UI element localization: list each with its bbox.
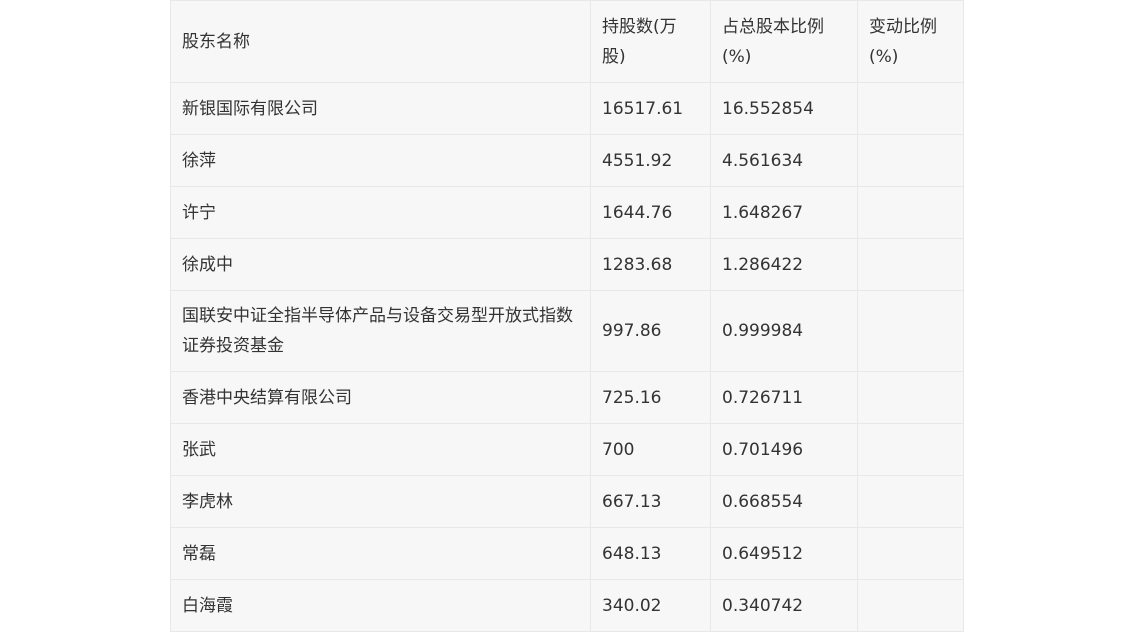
cell-change <box>857 371 964 424</box>
cell-shares: 648.13 <box>590 527 711 580</box>
table-header-row: 股东名称 持股数(万股) 占总股本比例(%) 变动比例(%) <box>170 0 964 83</box>
cell-ratio: 0.340742 <box>710 579 858 632</box>
cell-name: 许宁 <box>170 186 591 239</box>
cell-shares: 16517.61 <box>590 82 711 135</box>
cell-name: 国联安中证全指半导体产品与设备交易型开放式指数证券投资基金 <box>170 290 591 372</box>
cell-shares: 997.86 <box>590 290 711 372</box>
table-row: 李虎林 667.13 0.668554 <box>170 475 964 528</box>
table-row: 国联安中证全指半导体产品与设备交易型开放式指数证券投资基金 997.86 0.9… <box>170 290 964 372</box>
shareholder-table: 股东名称 持股数(万股) 占总股本比例(%) 变动比例(%) 新银国际有限公司 … <box>170 0 964 632</box>
table-row: 许宁 1644.76 1.648267 <box>170 186 964 239</box>
cell-ratio: 1.648267 <box>710 186 858 239</box>
cell-ratio: 0.726711 <box>710 371 858 424</box>
cell-shares: 667.13 <box>590 475 711 528</box>
cell-ratio: 1.286422 <box>710 238 858 291</box>
cell-shares: 340.02 <box>590 579 711 632</box>
table-row: 张武 700 0.701496 <box>170 423 964 476</box>
cell-name: 李虎林 <box>170 475 591 528</box>
cell-name: 张武 <box>170 423 591 476</box>
table-row: 香港中央结算有限公司 725.16 0.726711 <box>170 371 964 424</box>
table-row: 徐成中 1283.68 1.286422 <box>170 238 964 291</box>
table-row: 常磊 648.13 0.649512 <box>170 527 964 580</box>
cell-ratio: 16.552854 <box>710 82 858 135</box>
header-ratio: 占总股本比例(%) <box>710 0 858 83</box>
cell-change <box>857 238 964 291</box>
cell-shares: 700 <box>590 423 711 476</box>
cell-ratio: 0.999984 <box>710 290 858 372</box>
cell-shares: 1644.76 <box>590 186 711 239</box>
cell-ratio: 0.649512 <box>710 527 858 580</box>
cell-name: 常磊 <box>170 527 591 580</box>
cell-name: 白海霞 <box>170 579 591 632</box>
cell-name: 徐萍 <box>170 134 591 187</box>
table-row: 白海霞 340.02 0.340742 <box>170 579 964 632</box>
table-row: 新银国际有限公司 16517.61 16.552854 <box>170 82 964 135</box>
cell-change <box>857 527 964 580</box>
cell-change <box>857 186 964 239</box>
cell-change <box>857 82 964 135</box>
cell-ratio: 4.561634 <box>710 134 858 187</box>
cell-ratio: 0.668554 <box>710 475 858 528</box>
header-shareholder-name: 股东名称 <box>170 0 591 83</box>
header-change: 变动比例(%) <box>857 0 964 83</box>
cell-change <box>857 423 964 476</box>
cell-shares: 725.16 <box>590 371 711 424</box>
table-row: 徐萍 4551.92 4.561634 <box>170 134 964 187</box>
cell-name: 徐成中 <box>170 238 591 291</box>
shareholder-table-container: 股东名称 持股数(万股) 占总股本比例(%) 变动比例(%) 新银国际有限公司 … <box>170 0 964 632</box>
header-shares: 持股数(万股) <box>590 0 711 83</box>
cell-change <box>857 290 964 372</box>
cell-name: 香港中央结算有限公司 <box>170 371 591 424</box>
cell-change <box>857 475 964 528</box>
cell-shares: 1283.68 <box>590 238 711 291</box>
cell-change <box>857 134 964 187</box>
cell-ratio: 0.701496 <box>710 423 858 476</box>
cell-shares: 4551.92 <box>590 134 711 187</box>
cell-name: 新银国际有限公司 <box>170 82 591 135</box>
cell-change <box>857 579 964 632</box>
